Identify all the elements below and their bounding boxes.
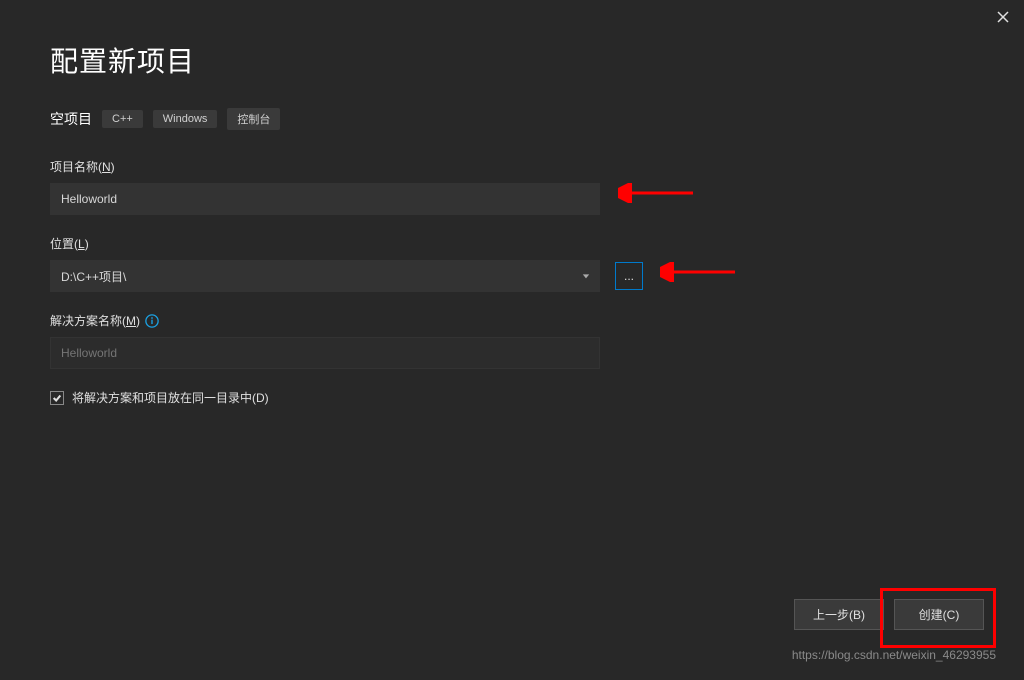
footer-buttons: 上一步(B) 创建(C) <box>794 599 984 630</box>
create-button[interactable]: 创建(C) <box>894 599 984 630</box>
solution-name-group: 解决方案名称(M) <box>50 312 610 369</box>
tag-cpp: C++ <box>102 110 143 128</box>
project-name-group: 项目名称(N) <box>50 158 610 215</box>
location-input[interactable] <box>50 260 600 292</box>
location-select[interactable] <box>50 260 600 292</box>
back-button[interactable]: 上一步(B) <box>794 599 884 630</box>
same-directory-checkbox[interactable] <box>50 391 64 405</box>
location-label: 位置(L) <box>50 235 610 252</box>
dialog-body: 配置新项目 空项目 C++ Windows 控制台 项目名称(N) 位置(L) … <box>0 0 1024 406</box>
watermark: https://blog.csdn.net/weixin_46293955 <box>792 648 996 662</box>
tag-console: 控制台 <box>227 108 280 130</box>
location-group: 位置(L) ... <box>50 235 610 292</box>
project-name-label: 项目名称(N) <box>50 158 610 175</box>
page-title: 配置新项目 <box>50 40 974 80</box>
close-button[interactable] <box>997 10 1009 28</box>
template-info-row: 空项目 C++ Windows 控制台 <box>50 108 974 130</box>
project-name-input[interactable] <box>50 183 600 215</box>
same-directory-label: 将解决方案和项目放在同一目录中(D) <box>72 389 269 406</box>
solution-name-input <box>50 337 600 369</box>
template-type: 空项目 <box>50 109 92 129</box>
solution-name-label: 解决方案名称(M) <box>50 312 610 329</box>
browse-button[interactable]: ... <box>615 262 643 290</box>
tag-windows: Windows <box>153 110 218 128</box>
info-icon[interactable] <box>145 314 159 328</box>
same-directory-row: 将解决方案和项目放在同一目录中(D) <box>50 389 974 406</box>
